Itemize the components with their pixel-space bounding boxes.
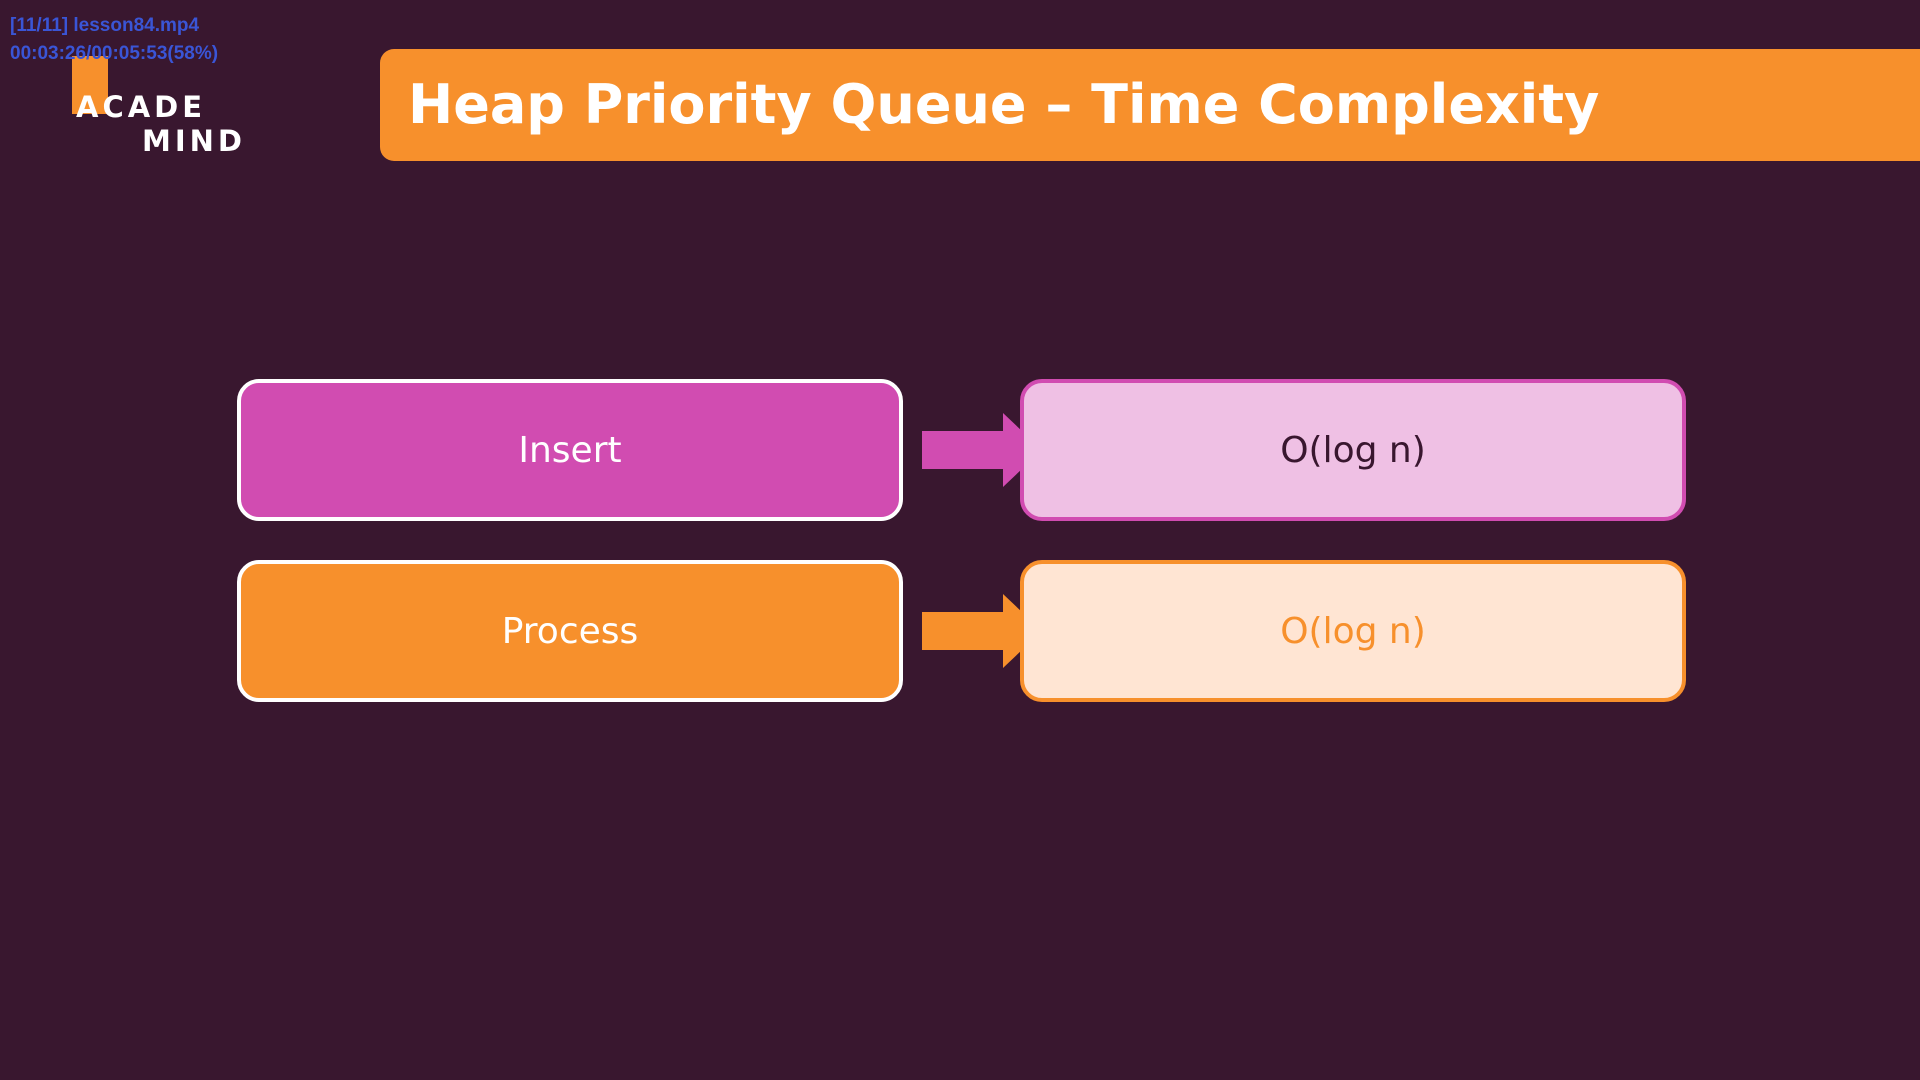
complexity-box-insert: O(log n) [1020,379,1686,521]
operation-label: Insert [518,429,622,471]
operation-label: Process [501,610,639,652]
logo-text-line2: MIND [142,124,246,158]
player-info-overlay: [11/11] lesson84.mp4 00:03:26/00:05:53(5… [10,12,218,68]
operation-box-process: Process [237,560,903,702]
video-frame: [11/11] lesson84.mp4 00:03:26/00:05:53(5… [0,0,1920,1080]
complexity-label: O(log n) [1280,610,1426,652]
logo-text-line1: ACADE [76,90,207,124]
operation-box-insert: Insert [237,379,903,521]
complexity-label: O(log n) [1280,429,1426,471]
academind-logo: ACADE MIND [72,56,252,158]
complexity-box-process: O(log n) [1020,560,1686,702]
slide-title: Heap Priority Queue – Time Complexity [408,73,1600,136]
slide-title-bar: Heap Priority Queue – Time Complexity [380,49,1920,161]
playback-time-label: 00:03:26/00:05:53(58%) [10,43,219,64]
file-name-label: [11/11] lesson84.mp4 [10,15,200,36]
